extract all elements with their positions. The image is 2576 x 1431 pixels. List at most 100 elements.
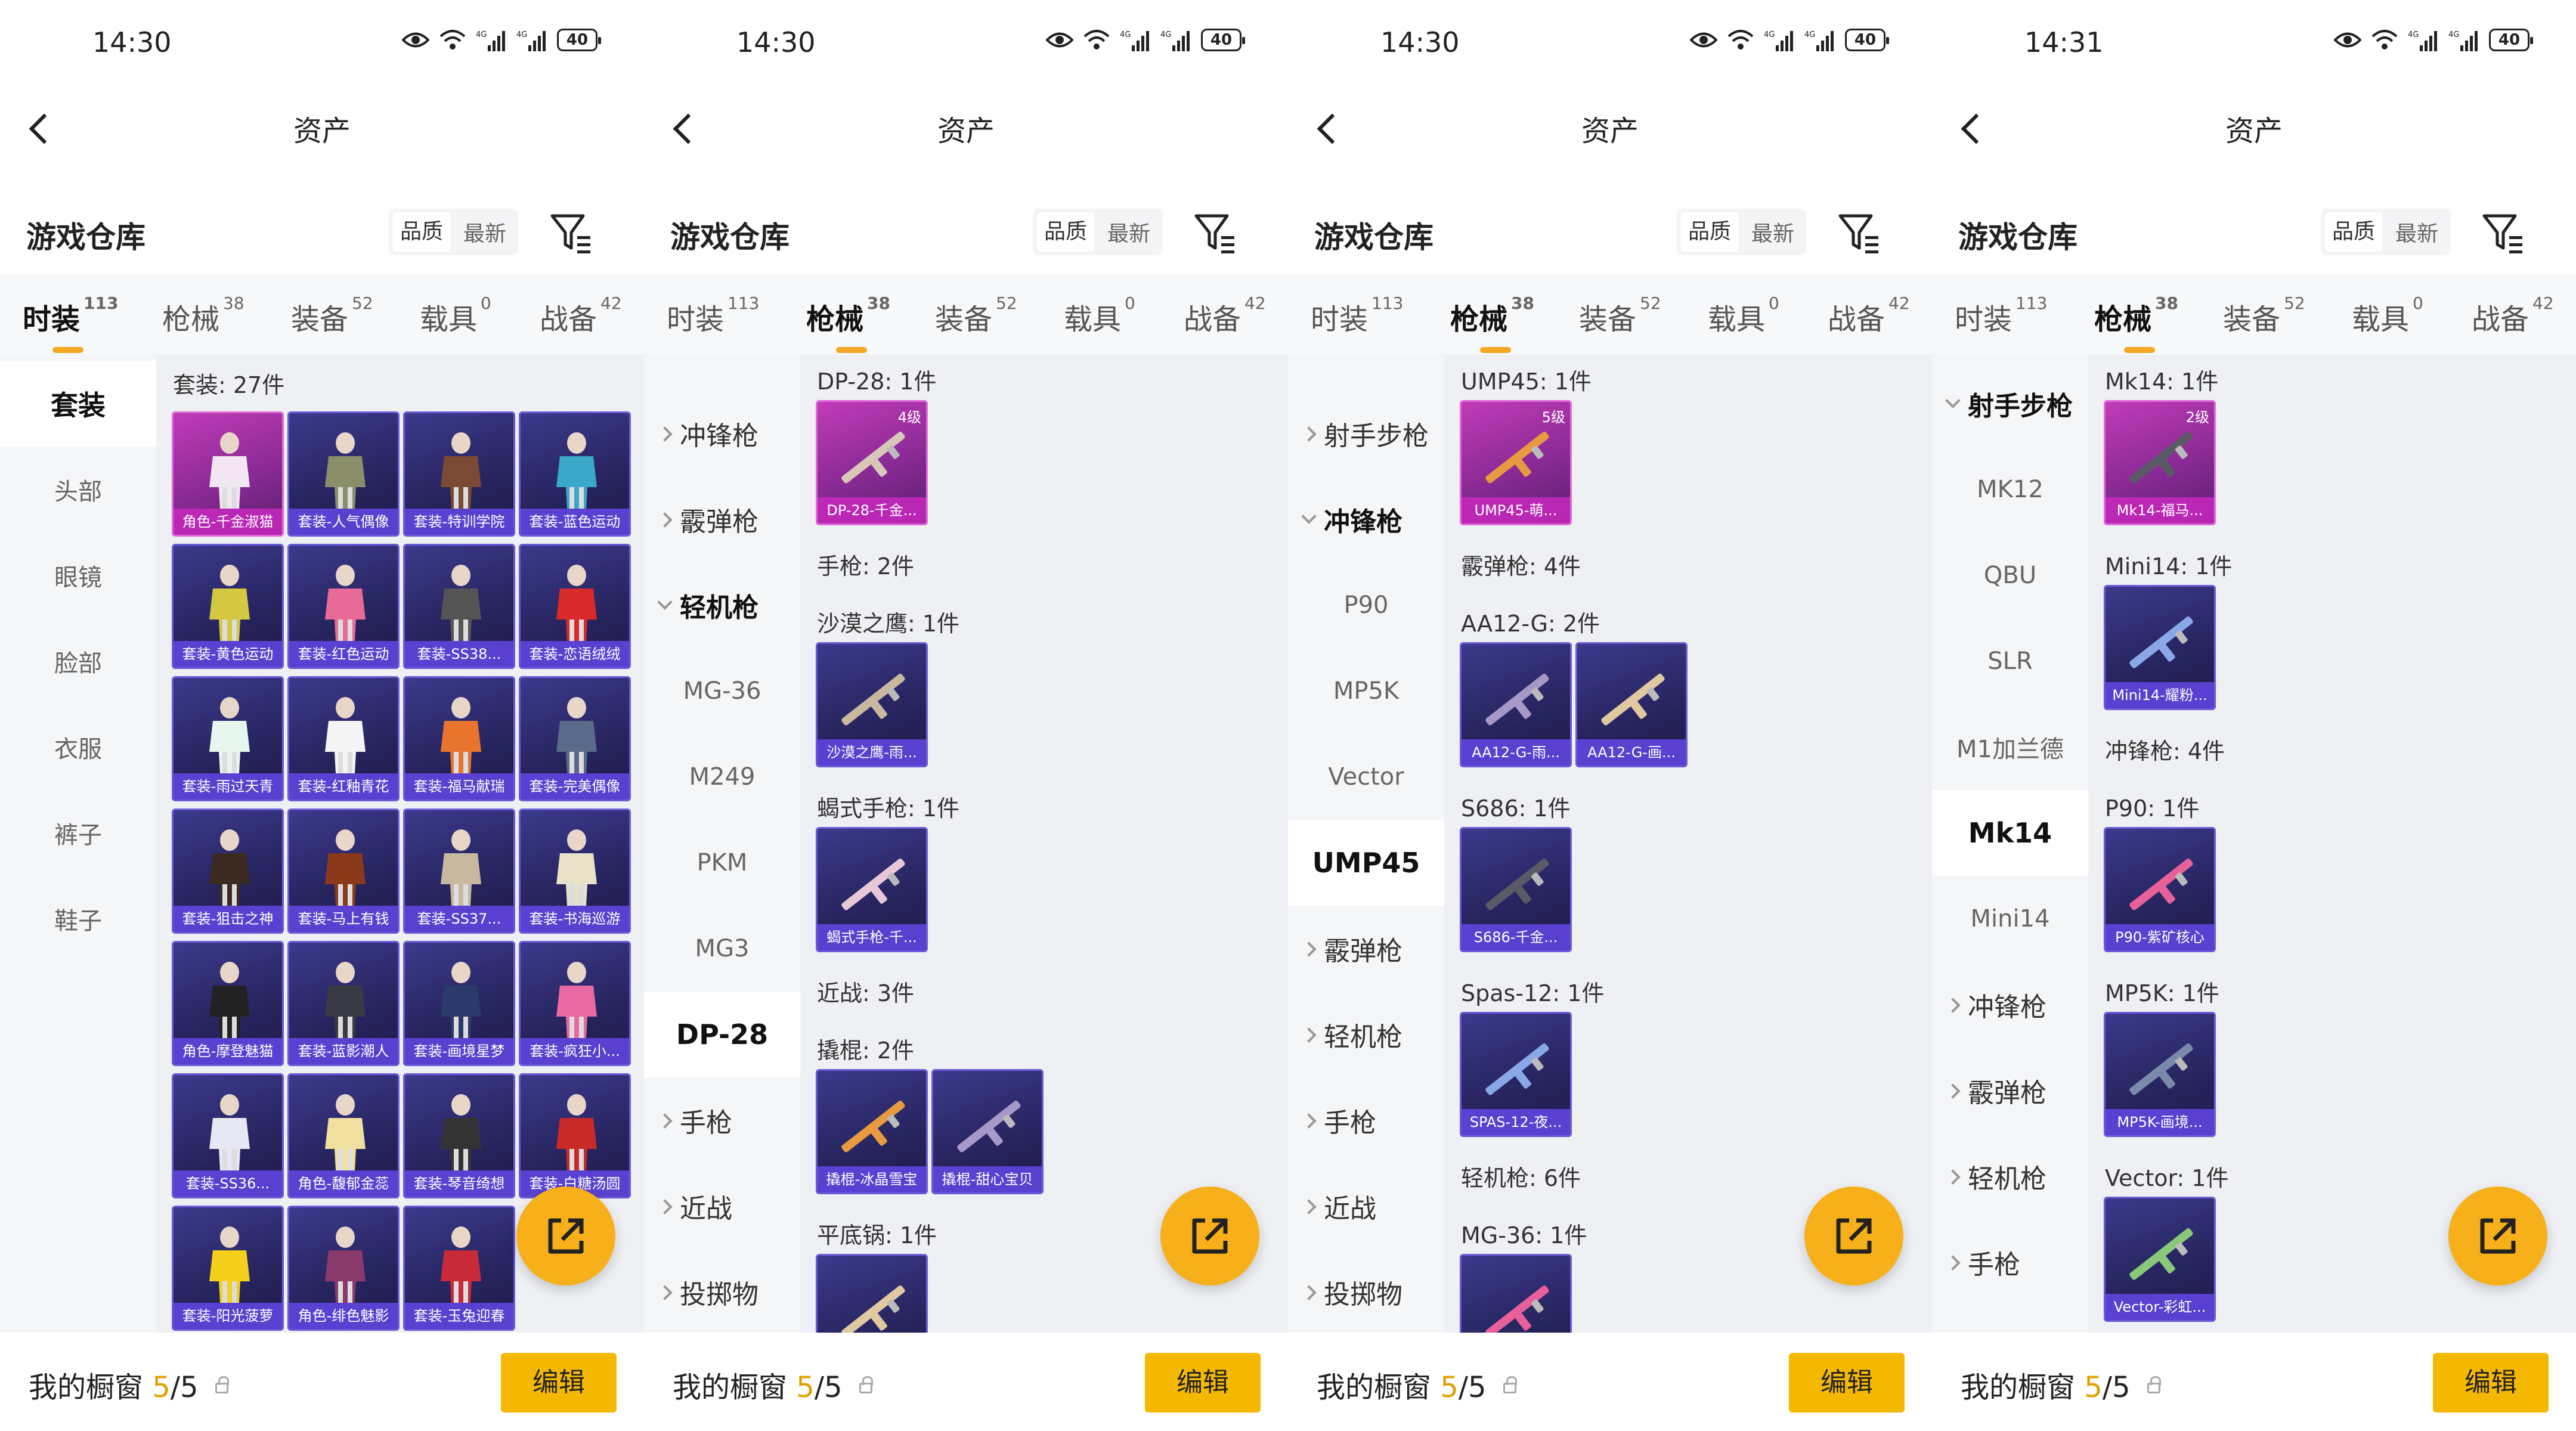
tab-1[interactable]: 枪械 38 <box>1450 293 1534 353</box>
item-card[interactable]: S686-千金... <box>1460 827 1572 952</box>
item-card[interactable]: 套装-阳光菠萝 <box>172 1206 284 1331</box>
nav-item[interactable]: MP5K <box>1288 648 1444 734</box>
sort-toggle[interactable]: 品质 最新 <box>1033 209 1163 255</box>
nav-item[interactable]: SLR <box>1932 618 2088 704</box>
nav-item[interactable]: M249 <box>644 734 800 820</box>
nav-item[interactable]: UMP45 <box>1288 820 1444 906</box>
item-card[interactable]: 套装-蓝色运动 <box>519 411 631 537</box>
nav-item[interactable]: 手枪 <box>1288 1077 1444 1163</box>
nav-item[interactable]: 脸部 <box>0 618 156 704</box>
share-fab-button[interactable] <box>1804 1187 1903 1286</box>
item-card[interactable]: 套装-玉兔迎春 <box>403 1206 515 1331</box>
item-card[interactable]: 2级 Mk14-福马... <box>2104 400 2216 525</box>
tab-4[interactable]: 战备 42 <box>540 293 622 337</box>
item-card[interactable]: MP5K-画境... <box>2104 1012 2216 1137</box>
nav-item[interactable]: 投掷物 <box>1288 1249 1444 1335</box>
sort-quality-option[interactable]: 品质 <box>392 212 451 252</box>
item-card[interactable]: 套装-白糖汤圆 <box>519 1073 631 1198</box>
nav-item[interactable]: 霰弹枪 <box>1288 906 1444 992</box>
tab-3[interactable]: 载具 0 <box>1708 293 1779 337</box>
tab-4[interactable]: 战备 42 <box>1184 293 1266 337</box>
item-card[interactable]: AA12-G-画... <box>1575 642 1688 767</box>
nav-item[interactable]: MK12 <box>1932 447 2088 532</box>
filter-icon[interactable] <box>2479 209 2527 256</box>
tab-2[interactable]: 装备 52 <box>1579 293 1661 337</box>
item-card[interactable]: 撬棍-冰晶雪宝 <box>816 1069 928 1194</box>
nav-item[interactable]: 手枪 <box>644 1077 800 1163</box>
nav-item[interactable]: PKM <box>644 820 800 906</box>
tab-1[interactable]: 枪械 38 <box>2094 293 2178 353</box>
nav-item[interactable]: 眼镜 <box>0 532 156 618</box>
tab-2[interactable]: 装备 52 <box>935 293 1017 337</box>
edit-button[interactable]: 编辑 <box>1145 1353 1261 1413</box>
nav-item[interactable]: 手枪 <box>1932 1219 2088 1305</box>
filter-icon[interactable] <box>1835 209 1883 256</box>
nav-item[interactable]: 鞋子 <box>0 876 156 962</box>
item-card[interactable]: 4级 DP-28-千金... <box>816 400 928 525</box>
nav-item[interactable]: QBU <box>1932 532 2088 618</box>
item-card[interactable]: 套装-狙击之神 <box>172 809 284 934</box>
item-card[interactable]: 5级 UMP45-萌... <box>1460 400 1572 525</box>
tab-1[interactable]: 枪械 38 <box>806 293 890 353</box>
sort-quality-option[interactable]: 品质 <box>1036 212 1095 252</box>
nav-item[interactable]: 裤子 <box>0 790 156 876</box>
nav-item[interactable]: P90 <box>1288 562 1444 648</box>
item-card[interactable]: 套装-黄色运动 <box>172 544 284 669</box>
item-card[interactable]: 套装-蓝影潮人 <box>287 941 400 1066</box>
sort-toggle[interactable]: 品质 最新 <box>2321 209 2451 255</box>
item-card[interactable]: 套装-马上有钱 <box>287 809 400 934</box>
sort-newest-option[interactable]: 最新 <box>451 216 519 247</box>
tab-0[interactable]: 时装 113 <box>1311 293 1403 337</box>
tab-3[interactable]: 载具 0 <box>420 293 491 337</box>
item-card[interactable]: 套装-红色运动 <box>287 544 400 669</box>
filter-icon[interactable] <box>1191 209 1239 256</box>
tab-4[interactable]: 战备 42 <box>2472 293 2554 337</box>
tab-1[interactable]: 枪械 38 <box>162 293 244 337</box>
sort-toggle[interactable]: 品质 最新 <box>389 209 519 255</box>
item-card[interactable]: 套装-SS38... <box>403 544 515 669</box>
nav-item[interactable]: 近战 <box>1288 1163 1444 1249</box>
item-card[interactable]: 套装-人气偶像 <box>287 411 400 537</box>
item-card[interactable]: 套装-红釉青花 <box>287 676 400 801</box>
tab-2[interactable]: 装备 52 <box>291 293 373 337</box>
item-card[interactable]: 套装-恋语绒绒 <box>519 544 631 669</box>
tab-0[interactable]: 时装 113 <box>23 293 118 353</box>
item-card[interactable]: P90-紫矿核心 <box>2104 827 2216 952</box>
nav-item[interactable]: 衣服 <box>0 704 156 790</box>
tab-2[interactable]: 装备 52 <box>2223 293 2305 337</box>
sort-newest-option[interactable]: 最新 <box>1095 216 1163 247</box>
tab-3[interactable]: 载具 0 <box>2352 293 2423 337</box>
tab-0[interactable]: 时装 113 <box>1955 293 2047 337</box>
nav-item[interactable]: 轻机枪 <box>1288 992 1444 1077</box>
nav-item[interactable]: 套装 <box>0 361 156 447</box>
item-card[interactable]: 角色-千金淑猫 <box>172 411 284 537</box>
nav-item[interactable]: 头部 <box>0 447 156 532</box>
item-card[interactable]: 套装-画境星梦 <box>403 941 515 1066</box>
nav-item[interactable]: 霰弹枪 <box>1932 1048 2088 1133</box>
nav-item[interactable]: Vector <box>1288 734 1444 820</box>
filter-icon[interactable] <box>547 209 595 256</box>
nav-item[interactable]: 冲锋枪 <box>1932 962 2088 1048</box>
share-fab-button[interactable] <box>516 1187 615 1286</box>
item-card[interactable]: 角色-摩登魅猫 <box>172 941 284 1066</box>
item-card[interactable]: Vector-彩虹... <box>2104 1197 2216 1322</box>
item-card[interactable]: 角色-绯色魅影 <box>287 1206 400 1331</box>
item-card[interactable]: 套装-书海巡游 <box>519 809 631 934</box>
tab-0[interactable]: 时装 113 <box>667 293 759 337</box>
item-card[interactable]: 套装-SS36... <box>172 1073 284 1198</box>
item-card[interactable]: 套装-SS37... <box>403 809 515 934</box>
item-card[interactable]: 蝎式手枪-千... <box>816 827 928 952</box>
item-card[interactable]: 套装-琴音绮想 <box>403 1073 515 1198</box>
item-card[interactable]: 沙漠之鹰-雨... <box>816 642 928 767</box>
nav-item[interactable]: 近战 <box>644 1163 800 1249</box>
item-card[interactable]: AA12-G-雨... <box>1460 642 1572 767</box>
item-card[interactable]: 撬棍-甜心宝贝 <box>931 1069 1044 1194</box>
nav-item[interactable]: 射手步枪 <box>1932 361 2088 447</box>
item-card[interactable]: 角色-馥郁金蕊 <box>287 1073 400 1198</box>
edit-button[interactable]: 编辑 <box>1789 1353 1905 1413</box>
nav-item[interactable]: 冲锋枪 <box>1288 476 1444 562</box>
sort-quality-option[interactable]: 品质 <box>2324 212 2383 252</box>
edit-button[interactable]: 编辑 <box>501 1353 617 1413</box>
item-card[interactable]: 套装-福马献瑞 <box>403 676 515 801</box>
item-card[interactable]: 套装-特训学院 <box>403 411 515 537</box>
